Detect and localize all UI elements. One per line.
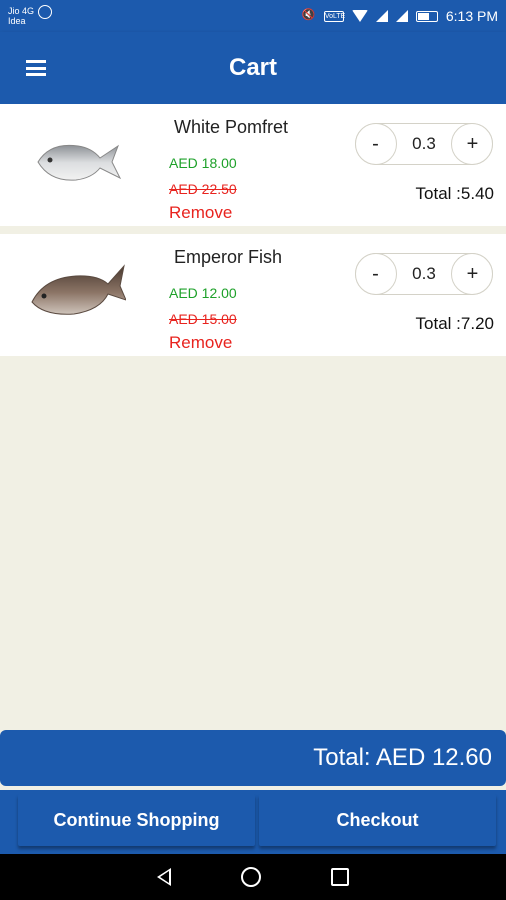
item-name: Emperor Fish [174,247,283,267]
item-old-price: AED 15.00 [169,311,237,327]
decrease-button[interactable]: - [354,123,397,165]
carrier-info: Jio 4G Idea [8,5,53,26]
remove-button[interactable]: Remove [169,203,232,223]
item-old-price: AED 22.50 [169,181,237,197]
whatsapp-icon [38,5,53,19]
menu-icon[interactable] [26,60,46,76]
item-price: AED 18.00 [169,155,237,171]
status-bar: Jio 4G Idea VoLTE 6:13 PM [0,0,506,32]
carrier-1: Jio 4G [8,6,35,16]
continue-shopping-button[interactable]: Continue Shopping [18,794,255,846]
quantity-value: 0.3 [412,264,436,283]
quantity-value: 0.3 [412,134,436,153]
item-total: Total :5.40 [415,184,494,203]
remove-button[interactable]: Remove [169,333,232,353]
clock: 6:13 PM [445,8,498,24]
item-name: White Pomfret [174,117,289,137]
signal-icon-2 [395,10,408,22]
system-nav-bar [0,854,506,900]
cart-total: Total: AED 12.60 [313,744,492,771]
carrier-2: Idea [8,16,26,26]
quantity-stepper: - 0.3 + [354,123,494,165]
cart-list: White Pomfret AED 18.00 AED 22.50 Remove… [0,104,506,364]
item-total: Total :7.20 [415,314,494,333]
quantity-stepper: - 0.3 + [354,253,494,295]
checkout-button[interactable]: Checkout [259,794,496,846]
volte-icon: VoLTE [323,10,346,22]
recent-apps-icon[interactable] [331,868,349,886]
home-icon[interactable] [241,867,261,887]
cart-item: White Pomfret AED 18.00 AED 22.50 Remove… [0,104,506,226]
cart-item: Emperor Fish AED 12.00 AED 15.00 Remove … [0,234,506,356]
item-price: AED 12.00 [169,285,237,301]
emperor-fish-image [31,264,126,315]
bottom-actions: Continue Shopping Checkout [0,790,506,854]
app-bar: Cart [0,32,506,104]
cart-total-bar: Total: AED 12.60 [0,730,506,786]
white-pomfret-image [37,144,122,181]
increase-button[interactable]: + [451,123,494,165]
page-title: Cart [228,54,277,81]
increase-button[interactable]: + [451,253,494,295]
mute-icon [302,8,316,22]
back-icon[interactable] [157,868,171,886]
battery-icon [415,10,438,22]
wifi-icon [351,10,368,22]
decrease-button[interactable]: - [354,253,397,295]
signal-icon [375,10,388,22]
